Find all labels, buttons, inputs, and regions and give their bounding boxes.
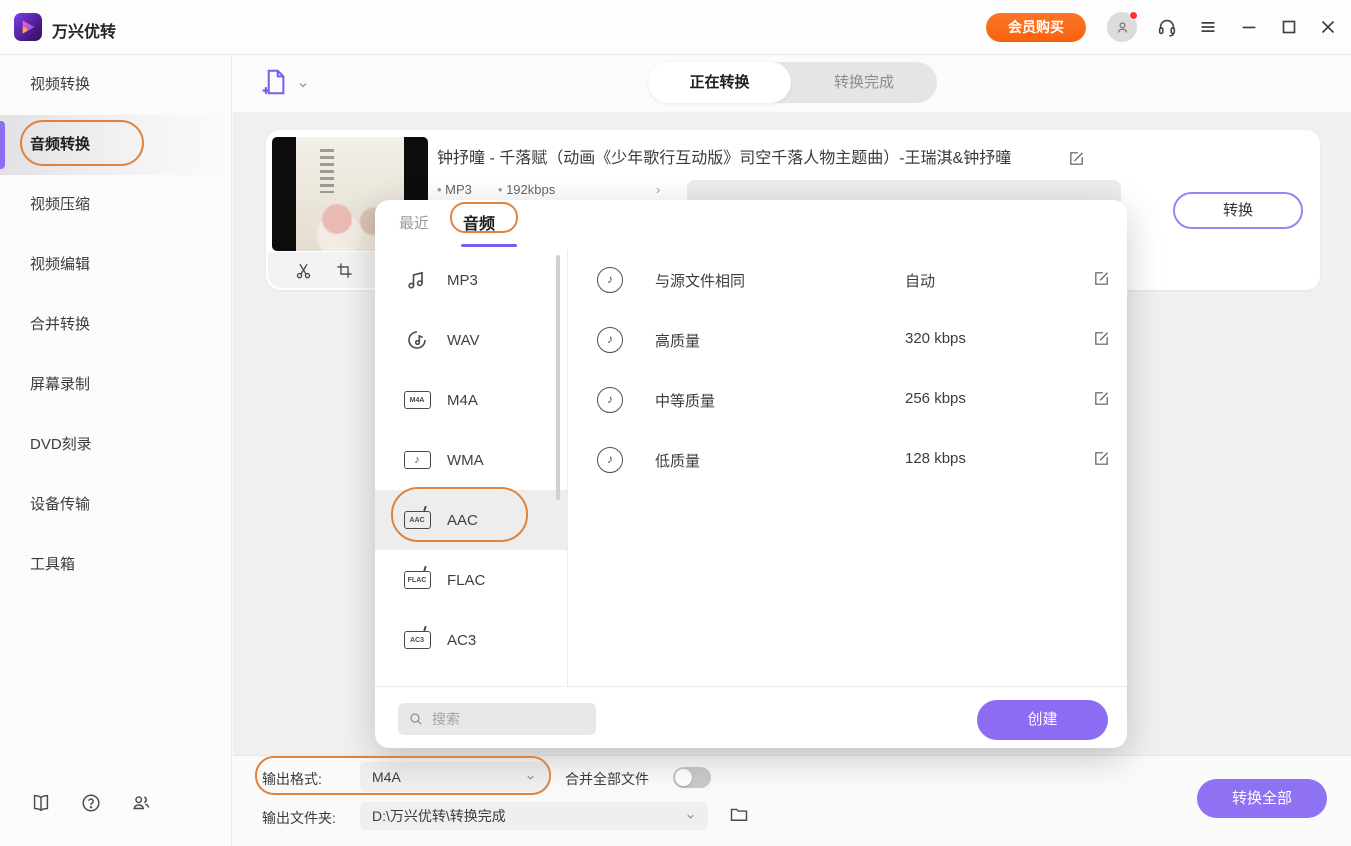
search-input[interactable]: [432, 711, 582, 727]
add-file-icon: [262, 67, 289, 97]
open-folder-icon[interactable]: [729, 804, 749, 824]
app-window: 万兴优转 会员购买 视频转换 音频转换 视频压缩 视频编辑 合并转换 屏幕录制 …: [0, 0, 1351, 846]
edit-preset-icon[interactable]: [1093, 270, 1110, 287]
edit-preset-icon[interactable]: [1093, 450, 1110, 467]
sidebar-item-dvd-burn[interactable]: DVD刻录: [0, 415, 231, 475]
sidebar-item-video-convert[interactable]: 视频转换: [0, 55, 231, 115]
output-format-label: 输出格式:: [262, 769, 322, 789]
output-format-dropdown[interactable]: M4A: [360, 762, 548, 792]
sidebar-item-toolbox[interactable]: 工具箱: [0, 535, 231, 595]
sidebar-item-video-compress[interactable]: 视频压缩: [0, 175, 231, 235]
merge-all-label: 合并全部文件: [565, 769, 649, 789]
format-item-wav[interactable]: WAV: [375, 310, 567, 370]
flac-box-icon: FLAC: [403, 568, 431, 592]
titlebar: 万兴优转 会员购买: [0, 0, 1351, 55]
convert-all-button[interactable]: 转换全部: [1197, 779, 1327, 818]
merge-all-toggle[interactable]: [673, 767, 711, 788]
menu-icon[interactable]: [1197, 16, 1219, 38]
wav-disc-icon: [403, 328, 431, 352]
maximize-button[interactable]: [1278, 16, 1300, 38]
search-icon: [408, 711, 424, 727]
notification-dot: [1129, 11, 1138, 20]
convert-status-tabs: 正在转换 转换完成: [648, 62, 937, 103]
audio-preset-icon: ♪: [597, 387, 623, 413]
format-item-flac[interactable]: FLAC FLAC: [375, 550, 567, 610]
audio-preset-icon: ♪: [597, 327, 623, 353]
preset-row-low-quality[interactable]: ♪ 低质量 128 kbps: [568, 430, 1127, 490]
format-search-box[interactable]: [398, 703, 596, 735]
chevron-down-icon: [297, 79, 309, 91]
file-bitrate: 192kbps: [498, 182, 555, 197]
output-folder-dropdown[interactable]: D:\万兴优转\转换完成: [360, 802, 708, 830]
sidebar: 视频转换 音频转换 视频压缩 视频编辑 合并转换 屏幕录制 DVD刻录 设备传输…: [0, 55, 232, 846]
convert-button[interactable]: 转换: [1173, 192, 1303, 229]
rename-edit-icon[interactable]: [1068, 150, 1085, 167]
preset-row-same-as-source[interactable]: ♪ 与源文件相同 自动: [568, 250, 1127, 310]
format-item-mp3[interactable]: MP3: [375, 250, 567, 310]
trim-scissors-icon[interactable]: [294, 261, 313, 280]
account-avatar[interactable]: [1107, 12, 1137, 42]
file-format: MP3: [437, 182, 472, 197]
user-guide-book-icon[interactable]: [30, 792, 52, 814]
wma-box-icon: ♪: [403, 448, 431, 472]
format-item-ac3[interactable]: AC3 AC3: [375, 610, 567, 670]
tab-converting[interactable]: 正在转换: [648, 62, 791, 103]
audio-preset-icon: ♪: [597, 447, 623, 473]
music-note-icon: [403, 268, 431, 292]
format-item-aac-selected[interactable]: AAC AAC: [375, 490, 567, 550]
meta-chevron-right-icon: ›: [656, 182, 660, 197]
sidebar-item-merge-convert[interactable]: 合并转换: [0, 295, 231, 355]
create-custom-button[interactable]: 创建: [977, 700, 1108, 740]
sidebar-item-audio-convert[interactable]: 音频转换: [0, 115, 231, 175]
format-item-wma[interactable]: ♪ WMA: [375, 430, 567, 490]
membership-buy-button[interactable]: 会员购买: [986, 13, 1086, 42]
support-headset-icon[interactable]: [1156, 16, 1178, 38]
preset-row-medium-quality[interactable]: ♪ 中等质量 256 kbps: [568, 370, 1127, 430]
add-file-button[interactable]: [262, 67, 309, 97]
chevron-down-icon: [525, 772, 536, 783]
minimize-button[interactable]: [1238, 16, 1260, 38]
output-settings-bar: 输出格式: M4A 合并全部文件 输出文件夹: D:\万兴优转\转换完成 转换全…: [233, 755, 1351, 846]
chevron-down-icon: [685, 811, 696, 822]
audio-preset-icon: ♪: [597, 267, 623, 293]
sidebar-item-screen-record[interactable]: 屏幕录制: [0, 355, 231, 415]
sidebar-item-device-transfer[interactable]: 设备传输: [0, 475, 231, 535]
app-title: 万兴优转: [52, 18, 116, 42]
format-list: MP3 WAV M4A M4A ♪ WMA AAC AAC FLAC: [375, 250, 568, 686]
popup-tab-audio[interactable]: 音频: [463, 210, 495, 234]
format-list-scrollbar[interactable]: [556, 255, 560, 500]
edit-preset-icon[interactable]: [1093, 390, 1110, 407]
app-logo-icon: [14, 13, 42, 41]
format-item-m4a[interactable]: M4A M4A: [375, 370, 567, 430]
m4a-box-icon: M4A: [403, 388, 431, 412]
file-meta: MP3 192kbps: [437, 182, 555, 197]
content-toolbar: 正在转换 转换完成: [233, 55, 1351, 112]
format-picker-popup: 最近 音频 MP3 WAV M4A M4A ♪ WMA: [375, 200, 1127, 748]
community-icon[interactable]: [130, 792, 152, 814]
preset-row-high-quality[interactable]: ♪ 高质量 320 kbps: [568, 310, 1127, 370]
active-tab-underline: [461, 244, 517, 247]
sidebar-item-video-edit[interactable]: 视频编辑: [0, 235, 231, 295]
popup-bottom-bar: 创建: [375, 686, 1127, 748]
ac3-box-icon: AC3: [403, 628, 431, 652]
crop-icon[interactable]: [335, 261, 354, 280]
output-folder-label: 输出文件夹:: [262, 808, 336, 828]
edit-preset-icon[interactable]: [1093, 330, 1110, 347]
file-title: 钟抒曈 - 千落赋（动画《少年歌行互动版》司空千落人物主题曲）-王瑞淇&钟抒曈: [437, 144, 1317, 168]
tab-finished[interactable]: 转换完成: [791, 62, 937, 103]
help-icon[interactable]: [80, 792, 102, 814]
popup-tab-recent[interactable]: 最近: [399, 212, 429, 233]
aac-box-icon: AAC: [403, 508, 431, 532]
close-button[interactable]: [1317, 16, 1339, 38]
sidebar-footer: [30, 792, 152, 814]
